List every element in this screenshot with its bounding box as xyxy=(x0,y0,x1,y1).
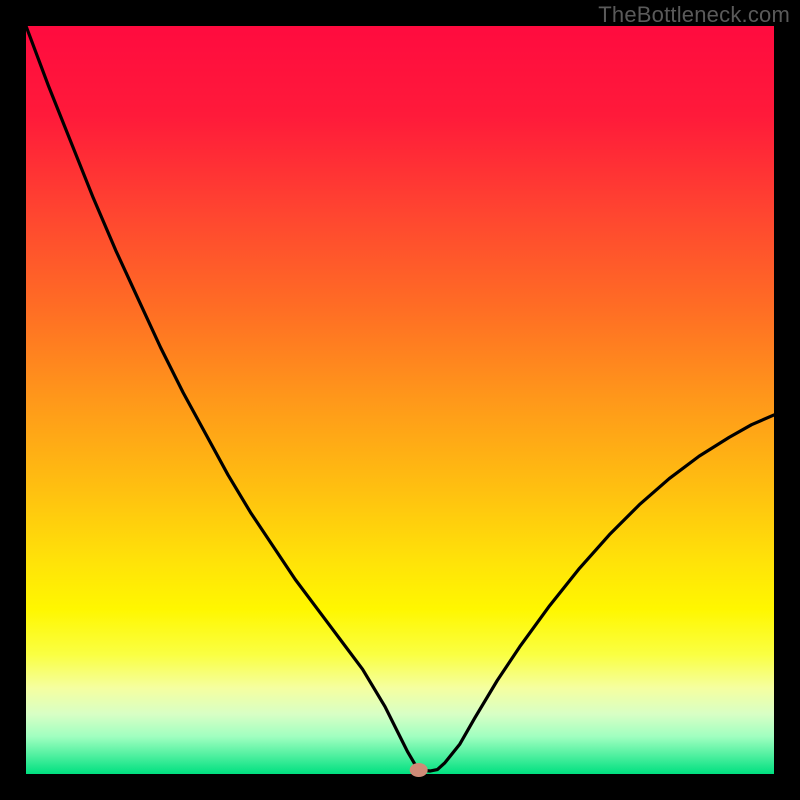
bottleneck-chart xyxy=(0,0,800,800)
bottleneck-marker xyxy=(410,763,428,777)
watermark-text: TheBottleneck.com xyxy=(598,2,790,28)
chart-container: TheBottleneck.com xyxy=(0,0,800,800)
plot-background xyxy=(26,26,774,774)
